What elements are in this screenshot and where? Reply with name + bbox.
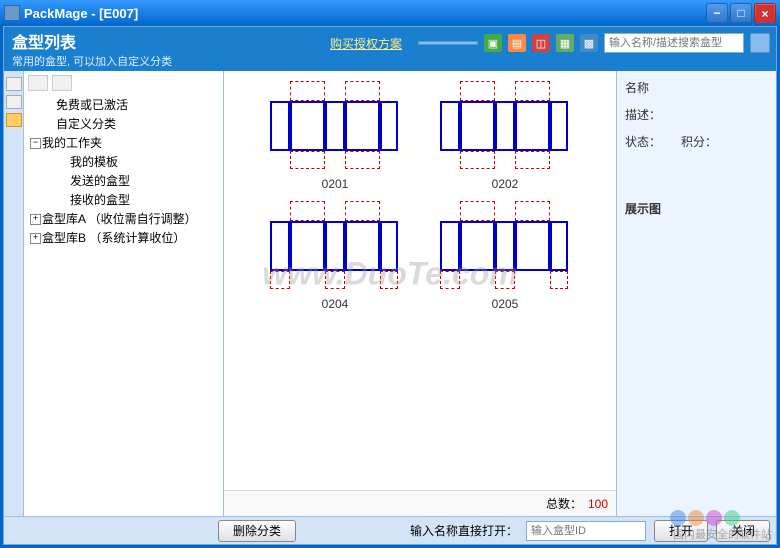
search-button[interactable] xyxy=(750,33,770,53)
name-label: 名称 xyxy=(625,79,768,96)
key-icon[interactable] xyxy=(6,113,22,127)
page-header: × 盒型列表 常用的盒型, 可以加入自定义分类 购买授权方案 ▣ ▤ ◫ ▦ ▩ xyxy=(4,27,776,71)
app-icon xyxy=(4,5,20,21)
template-label: 0204 xyxy=(322,297,349,311)
preview-label: 展示图 xyxy=(625,200,768,217)
template-label: 0205 xyxy=(492,297,519,311)
template-label: 0202 xyxy=(492,177,519,191)
sidebar-tab-icon-2[interactable] xyxy=(6,95,22,109)
toolbar-icon-4[interactable]: ▦ xyxy=(556,34,574,52)
page-title: 盒型列表 xyxy=(12,29,172,53)
tree-item-free[interactable]: 免费或已激活 xyxy=(28,95,219,114)
total-count-label: 总数： xyxy=(546,495,582,512)
template-thumb xyxy=(270,201,400,291)
template-thumb xyxy=(440,81,570,171)
template-item[interactable]: 0201 xyxy=(270,81,400,191)
template-item[interactable]: 0205 xyxy=(440,201,570,311)
minimize-button[interactable]: − xyxy=(706,3,728,23)
watermark-icons xyxy=(670,510,740,526)
template-thumb xyxy=(440,201,570,291)
template-label: 0201 xyxy=(322,177,349,191)
template-item[interactable]: 0204 xyxy=(270,201,400,311)
tree-item-myfolder[interactable]: 我的工作夹 xyxy=(28,133,219,152)
toolbar-icon-5[interactable]: ▩ xyxy=(580,34,598,52)
toolbar-icon-2[interactable]: ▤ xyxy=(508,34,526,52)
status-label: 状态： xyxy=(625,133,661,150)
left-sidebar xyxy=(4,71,24,516)
tree-item-lib-a[interactable]: 盒型库A （收位需自行调整） xyxy=(28,209,219,228)
total-count-value: 100 xyxy=(588,497,608,511)
tree-tab-1[interactable] xyxy=(28,75,48,91)
template-thumb xyxy=(270,81,400,171)
detail-panel: 名称 描述： 状态： 积分： 展示图 xyxy=(616,71,776,516)
template-grid-panel: 0201 xyxy=(224,71,616,516)
buy-license-link[interactable]: 购买授权方案 xyxy=(330,35,402,52)
search-input[interactable] xyxy=(604,33,744,53)
toolbar-icon-1[interactable]: ▣ xyxy=(484,34,502,52)
page-subtitle: 常用的盒型, 可以加入自定义分类 xyxy=(12,53,172,69)
desc-label: 描述： xyxy=(625,106,768,123)
titlebar: PackMage - [E007] − □ × xyxy=(0,0,780,26)
tree-panel: 免费或已激活 自定义分类 我的工作夹 我的模板 发送的盒型 接收的盒型 盒型库A… xyxy=(24,71,224,516)
grid-footer: 总数： 100 xyxy=(224,490,616,516)
window-title: PackMage - [E007] xyxy=(24,6,706,21)
bottom-toolbar: 删除分类 输入名称直接打开： 打开 关闭 xyxy=(4,516,776,544)
tree-item-lib-b[interactable]: 盒型库B （系统计算收位） xyxy=(28,228,219,247)
tree-item-received[interactable]: 接收的盒型 xyxy=(42,190,219,209)
open-direct-label: 输入名称直接打开： xyxy=(410,522,518,539)
maximize-button[interactable]: □ xyxy=(730,3,752,23)
tree-item-mytemplates[interactable]: 我的模板 xyxy=(42,152,219,171)
sidebar-tab-icon-1[interactable] xyxy=(6,77,22,91)
toolbar-icon-3[interactable]: ◫ xyxy=(532,34,550,52)
zoom-slider[interactable] xyxy=(418,41,478,45)
delete-category-button[interactable]: 删除分类 xyxy=(218,520,296,542)
panel-close-icon[interactable]: × xyxy=(756,5,774,23)
tree-tab-2[interactable] xyxy=(52,75,72,91)
points-label: 积分： xyxy=(681,133,717,150)
box-id-input[interactable] xyxy=(526,521,646,541)
tree-item-sent[interactable]: 发送的盒型 xyxy=(42,171,219,190)
template-item[interactable]: 0202 xyxy=(440,81,570,191)
tree-item-custom[interactable]: 自定义分类 xyxy=(28,114,219,133)
